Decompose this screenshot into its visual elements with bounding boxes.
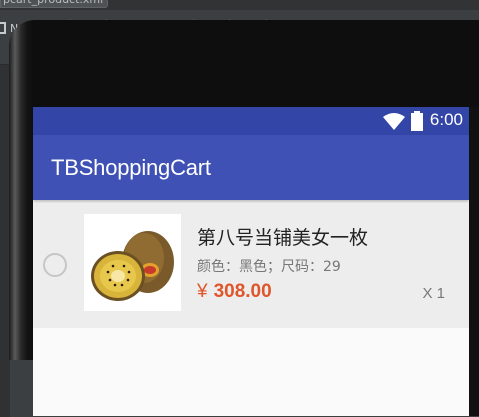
app-title: TBShoppingCart: [51, 155, 211, 180]
phone-screen: 6:00 TBShoppingCart 第八号当铺美女一枚 颜色：黑色；尺码：2…: [33, 107, 469, 416]
wifi-icon: [383, 113, 405, 130]
file-tab[interactable]: pcart_product.xml: [0, 0, 108, 8]
product-price: 308.00: [213, 281, 272, 302]
kiwi-fruit-icon: [91, 231, 174, 301]
device-icon: [0, 22, 6, 34]
app-bar: TBShoppingCart: [33, 135, 469, 200]
product-name: 第八号当铺美女一枚: [197, 227, 369, 249]
select-item-radio[interactable]: [43, 253, 67, 277]
price-row: ¥308.00: [197, 281, 272, 303]
product-image[interactable]: [84, 214, 181, 311]
device-frame-right: [469, 107, 479, 416]
editor-tab-strip: pcart_product.xml: [0, 0, 479, 10]
status-time: 6:00: [429, 110, 463, 129]
cart-item-row[interactable]: 第八号当铺美女一枚 颜色：黑色；尺码：29 ¥308.00 X 1: [33, 203, 469, 328]
product-attributes: 颜色：黑色；尺码：29: [197, 259, 341, 275]
quantity-label: X 1: [422, 285, 445, 302]
android-studio-layout-editor: pcart_product.xml Nexus 4 ▼ ▼ AppTheme ▼: [0, 0, 479, 417]
currency-symbol: ¥: [197, 281, 208, 302]
status-bar: 6:00: [33, 107, 469, 135]
battery-icon: [411, 111, 423, 131]
